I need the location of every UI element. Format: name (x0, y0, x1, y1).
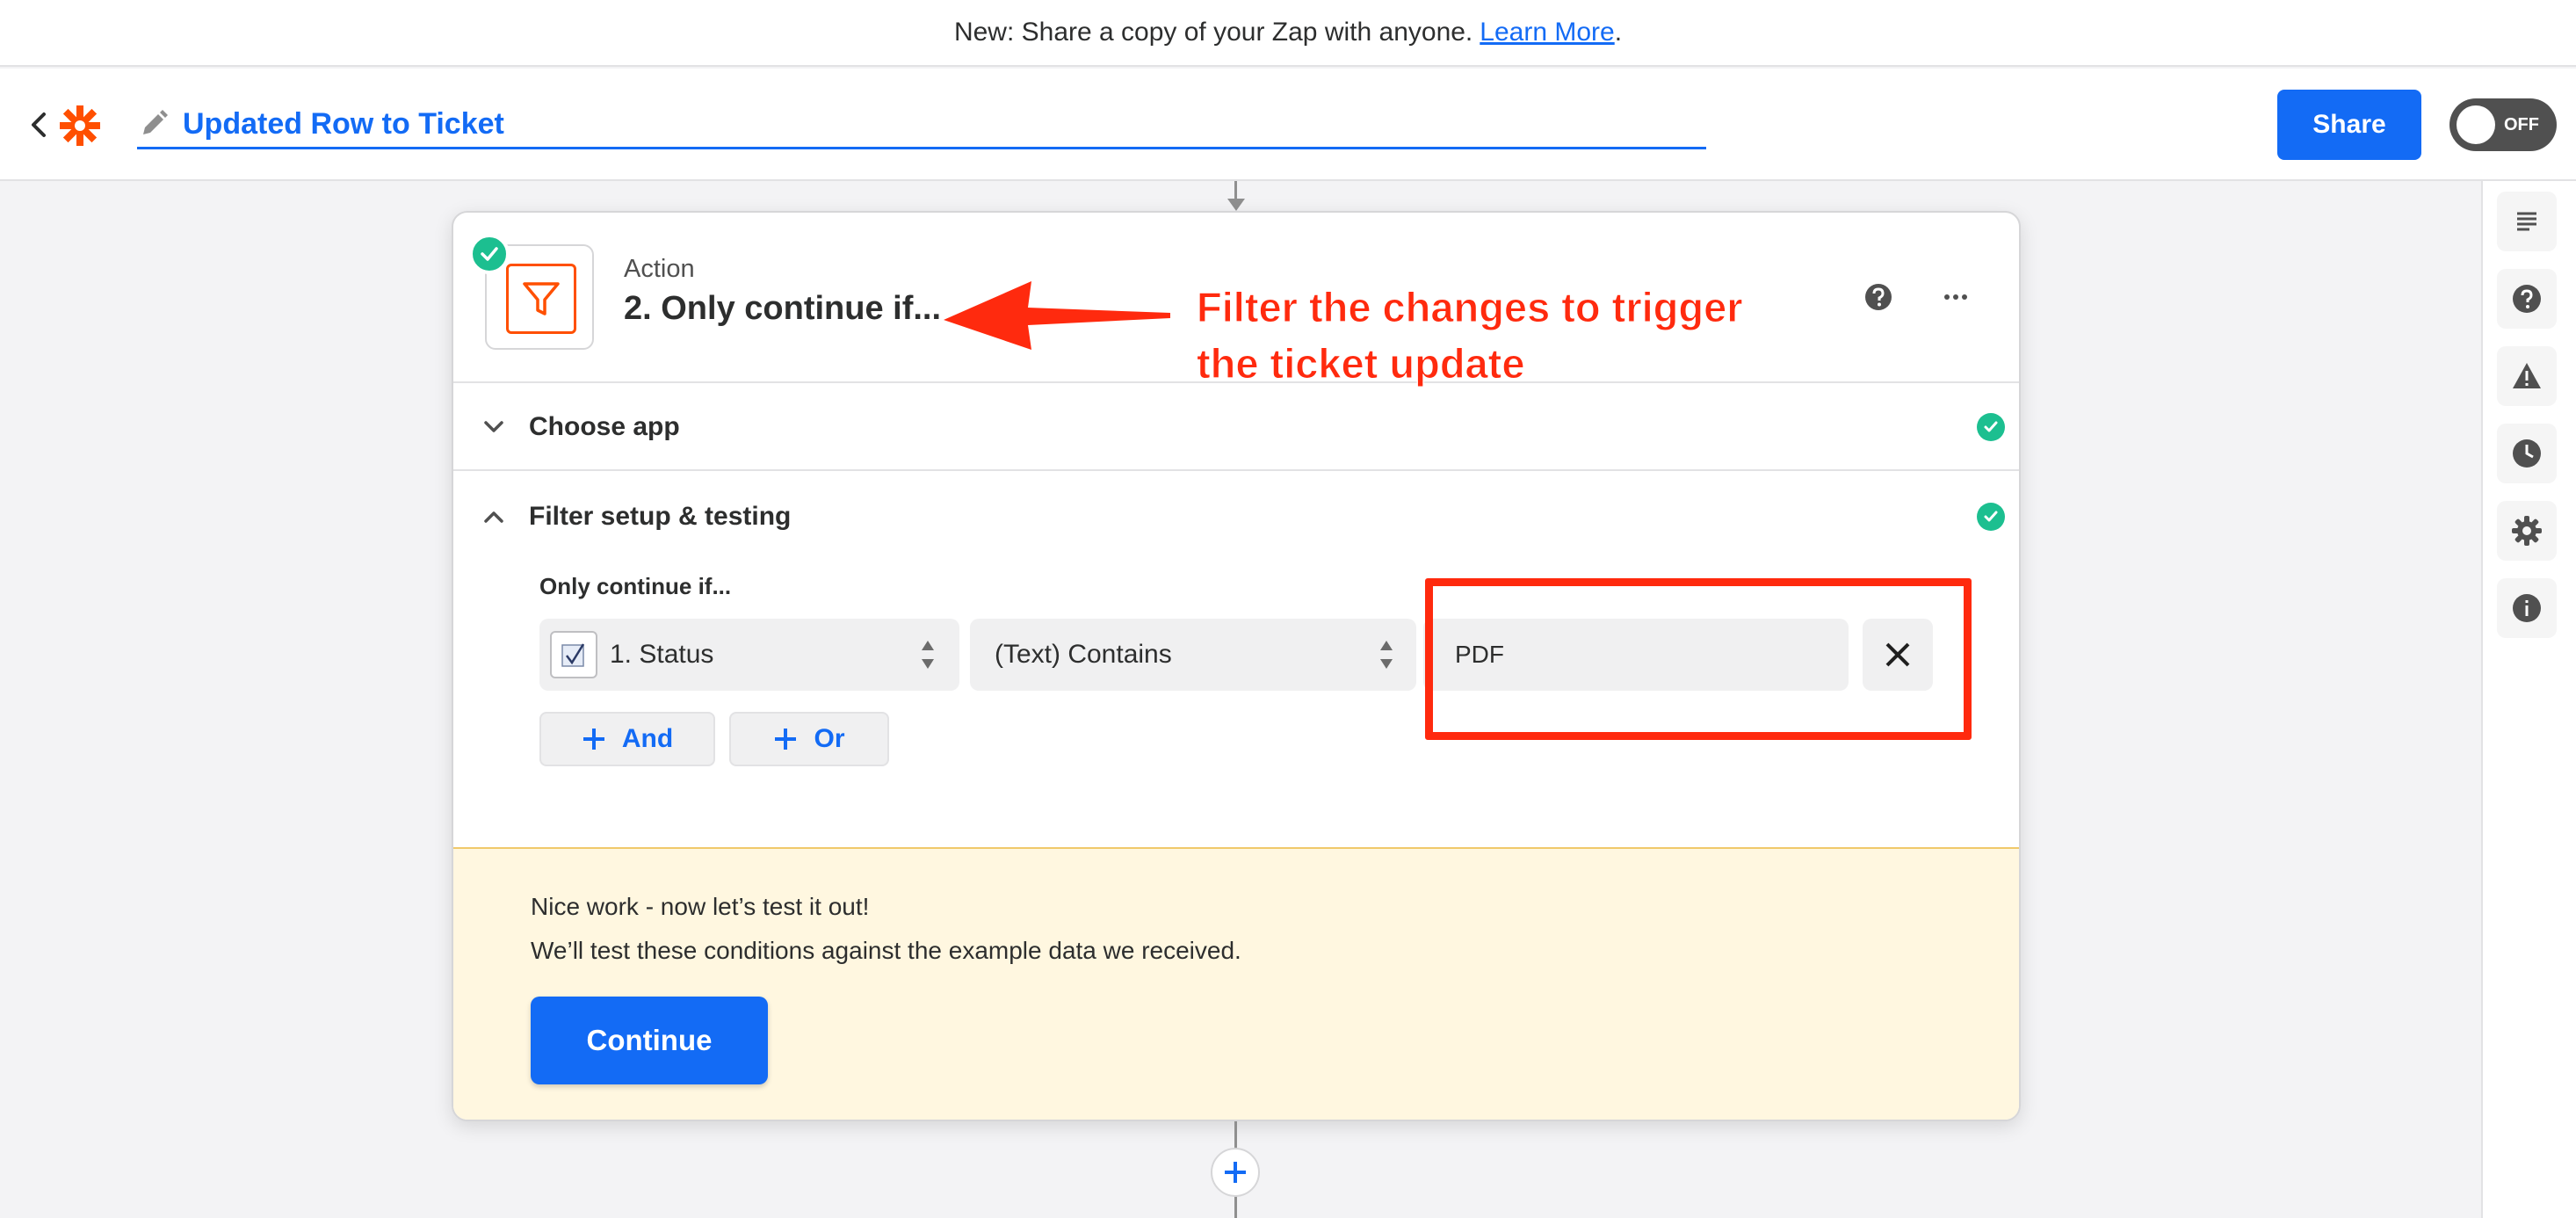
warning-icon (2513, 363, 2541, 388)
section-filter-setup[interactable]: Filter setup & testing (453, 473, 2019, 561)
editor-header: Updated Row to Ticket Share OFF (0, 69, 2576, 181)
settings-button[interactable] (2497, 501, 2557, 561)
test-heading: Nice work - now let’s test it out! (531, 893, 870, 920)
section-label: Filter setup & testing (529, 502, 792, 531)
checkbox-field-icon (550, 631, 597, 678)
gear-icon (2512, 516, 2542, 546)
toggle-knob (2457, 105, 2495, 144)
help-icon (2513, 285, 2541, 313)
history-button[interactable] (2497, 424, 2557, 483)
add-step-button[interactable] (1211, 1148, 1260, 1197)
step-help-icon[interactable] (1863, 281, 1894, 313)
filter-rules-label: Only continue if... (539, 573, 732, 599)
zap-on-off-toggle[interactable]: OFF (2449, 98, 2557, 151)
filter-app-icon-frame (506, 264, 576, 334)
add-and-condition-button[interactable]: And (539, 712, 715, 766)
filter-field-select[interactable]: 1. Status (539, 619, 959, 691)
learn-more-link[interactable]: Learn More (1480, 18, 1614, 47)
test-panel: Nice work - now let’s test it out! We’ll… (453, 847, 2019, 1120)
filter-icon (523, 282, 560, 315)
add-or-condition-button[interactable]: Or (729, 712, 889, 766)
flow-arrow-icon (1227, 199, 1245, 211)
annotation-line-2: the ticket update (1197, 340, 1525, 388)
filter-condition-value: (Text) Contains (995, 640, 1172, 669)
chevron-up-icon (484, 511, 503, 523)
filter-condition-select[interactable]: (Text) Contains (970, 619, 1416, 691)
step-complete-check-icon (469, 234, 510, 274)
banner-text: New: Share a copy of your Zap with anyon… (953, 18, 1473, 47)
toggle-label: OFF (2504, 115, 2539, 134)
annotation-highlight-box (1425, 578, 1972, 740)
section-choose-app[interactable]: Choose app (453, 383, 2019, 471)
test-description: We’ll test these conditions against the … (531, 937, 1241, 964)
share-button[interactable]: Share (2277, 90, 2421, 160)
step-title: 2. Only continue if... (624, 290, 942, 327)
announcement-banner: New: Share a copy of your Zap with anyon… (0, 0, 2576, 67)
section-label: Choose app (529, 412, 680, 441)
plus-icon (775, 729, 797, 750)
help-button[interactable] (2497, 269, 2557, 329)
or-label: Or (814, 724, 845, 753)
chevron-left-icon[interactable] (26, 109, 51, 141)
annotation-line-1: Filter the changes to trigger (1197, 284, 1744, 331)
history-icon (2513, 439, 2541, 468)
plus-icon (1225, 1162, 1246, 1183)
zapier-logo-icon[interactable] (58, 104, 102, 148)
section-complete-check-icon (1977, 503, 2005, 531)
warning-button[interactable] (2497, 346, 2557, 406)
annotation-arrow-icon (944, 281, 1170, 350)
zap-title-field[interactable]: Updated Row to Ticket (137, 104, 1706, 149)
more-options-icon[interactable] (1935, 281, 1977, 313)
pencil-icon (143, 110, 168, 134)
banner-suffix: . (1614, 18, 1623, 47)
info-icon (2513, 594, 2541, 622)
and-label: And (621, 724, 674, 753)
zap-title: Updated Row to Ticket (183, 107, 504, 141)
plus-icon (582, 729, 604, 750)
right-sidebar (2481, 181, 2576, 1218)
select-arrows-icon (922, 641, 934, 669)
section-complete-check-icon (1977, 413, 2005, 441)
chevron-down-icon (484, 421, 503, 432)
continue-button[interactable]: Continue (531, 997, 768, 1084)
info-button[interactable] (2497, 578, 2557, 638)
outline-button[interactable] (2497, 192, 2557, 251)
outline-icon (2517, 212, 2536, 231)
filter-field-value: 1. Status (610, 640, 714, 669)
select-arrows-icon (1380, 641, 1393, 669)
annotation-text: Filter the changes to trigger the ticket… (1197, 279, 1744, 392)
step-type-label: Action (624, 255, 695, 283)
